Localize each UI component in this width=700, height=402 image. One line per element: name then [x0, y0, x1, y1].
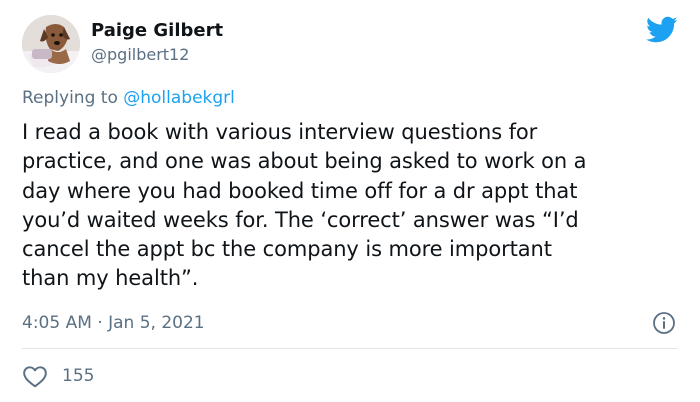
tweet-text-line: cancel the appt bc the company is more i…	[22, 237, 552, 262]
replying-prefix: Replying to	[22, 88, 124, 108]
twitter-bird-icon[interactable]	[646, 16, 678, 44]
tweet-text-line: you’d waited weeks for. The ‘correct’ an…	[22, 207, 579, 232]
heart-icon[interactable]	[22, 364, 48, 388]
author-handle[interactable]: @pgilbert12	[91, 45, 189, 65]
tweet-text-line: day where you had booked time off for a …	[22, 178, 578, 203]
like-count: 155	[62, 366, 95, 386]
divider	[22, 348, 678, 349]
tweet-timestamp[interactable]: 4:05 AM · Jan 5, 2021	[22, 312, 205, 334]
tweet-text: I read a book with various interview que…	[22, 118, 682, 294]
like-button[interactable]: 155	[22, 363, 94, 389]
replying-to: Replying to @hollabekgrl	[22, 87, 235, 109]
tweet-text-line: practice, and one was about being asked …	[22, 149, 587, 174]
reply-mention-link[interactable]: @hollabekgrl	[123, 88, 235, 108]
tweet-text-line: I read a book with various interview que…	[22, 120, 538, 144]
tweet-text-line: than my health”.	[22, 266, 199, 291]
author-name[interactable]: Paige Gilbert	[91, 20, 223, 42]
avatar[interactable]	[22, 15, 80, 73]
info-icon[interactable]	[652, 311, 676, 335]
tweet-card: Paige Gilbert @pgilbert12 Replying to @h…	[0, 0, 700, 402]
